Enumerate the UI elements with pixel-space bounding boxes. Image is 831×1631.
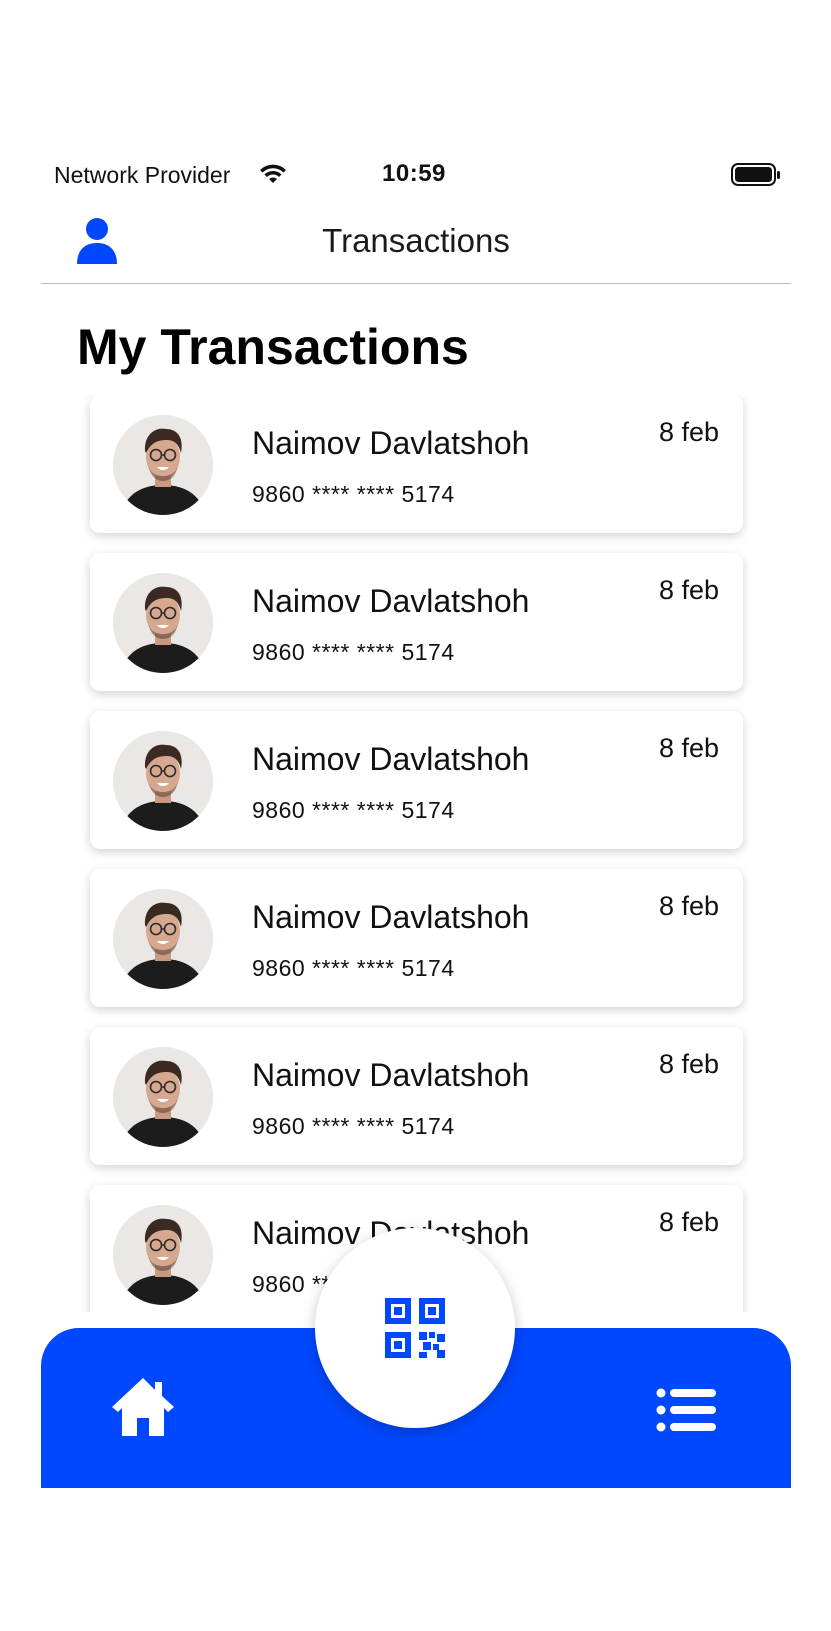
network-provider: Network Provider <box>54 162 231 188</box>
avatar-image <box>113 1047 213 1147</box>
clock: 10:59 <box>382 160 446 187</box>
transaction-card[interactable]: Naimov Davlatshoh 9860 **** **** 5174 8 fe… <box>90 395 743 533</box>
transactions-list[interactable]: Naimov Davlatshoh 9860 **** **** 5174 8 fe… <box>0 395 831 1312</box>
avatar <box>113 573 213 673</box>
transaction-date: 8 feb <box>658 733 719 763</box>
transaction-date: 8 feb <box>658 575 719 605</box>
avatar-image <box>113 889 213 989</box>
transaction-card[interactable]: Naimov Davlatshoh 9860 **** **** 5174 8 fe… <box>90 1027 743 1165</box>
avatar <box>113 731 213 831</box>
avatar-image <box>113 1205 213 1305</box>
status-bar: Network Provider 10:59 <box>0 150 831 202</box>
transaction-date: 8 feb <box>658 1207 719 1237</box>
transaction-date: 8 feb <box>658 891 719 921</box>
list-icon <box>656 1388 716 1432</box>
avatar-image <box>113 415 213 515</box>
avatar <box>113 1047 213 1147</box>
card-number: 9860 **** **** 5174 <box>252 1113 455 1139</box>
transaction-name: Naimov Davlatshoh <box>252 583 530 619</box>
transaction-name: Naimov Davlatshoh <box>252 899 530 935</box>
card-number: 9860 **** **** 5174 <box>252 797 455 823</box>
home-icon <box>112 1378 174 1436</box>
home-tab-button[interactable] <box>109 1374 177 1440</box>
transaction-name: Naimov Davlatshoh <box>252 1057 530 1093</box>
avatar-image <box>113 731 213 831</box>
transaction-date: 8 feb <box>658 417 719 447</box>
page-title: My Transactions <box>77 319 469 375</box>
transaction-card[interactable]: Naimov Davlatshoh 9860 **** **** 5174 8 fe… <box>90 711 743 849</box>
avatar-image <box>113 573 213 673</box>
avatar <box>113 415 213 515</box>
card-number: 9860 **** **** 5174 <box>252 955 455 981</box>
transaction-date: 8 feb <box>658 1049 719 1079</box>
avatar <box>113 889 213 989</box>
qr-scan-button[interactable] <box>315 1228 515 1428</box>
card-number: 9860 **** **** 5174 <box>252 481 455 507</box>
transaction-name: Naimov Davlatshoh <box>252 741 530 777</box>
card-number: 9860 **** **** 5174 <box>252 639 455 665</box>
avatar <box>113 1205 213 1305</box>
transaction-card[interactable]: Naimov Davlatshoh 9860 **** **** 5174 8 fe… <box>90 869 743 1007</box>
wifi-icon <box>260 164 286 183</box>
battery-icon <box>731 163 780 186</box>
nav-bar: Transactions <box>41 208 791 284</box>
qr-code-icon <box>385 1298 445 1358</box>
list-tab-button[interactable] <box>656 1388 716 1432</box>
nav-title: Transactions <box>322 222 510 259</box>
transaction-name: Naimov Davlatshoh <box>252 425 530 461</box>
transaction-card[interactable]: Naimov Davlatshoh 9860 **** **** 5174 8 fe… <box>90 553 743 691</box>
